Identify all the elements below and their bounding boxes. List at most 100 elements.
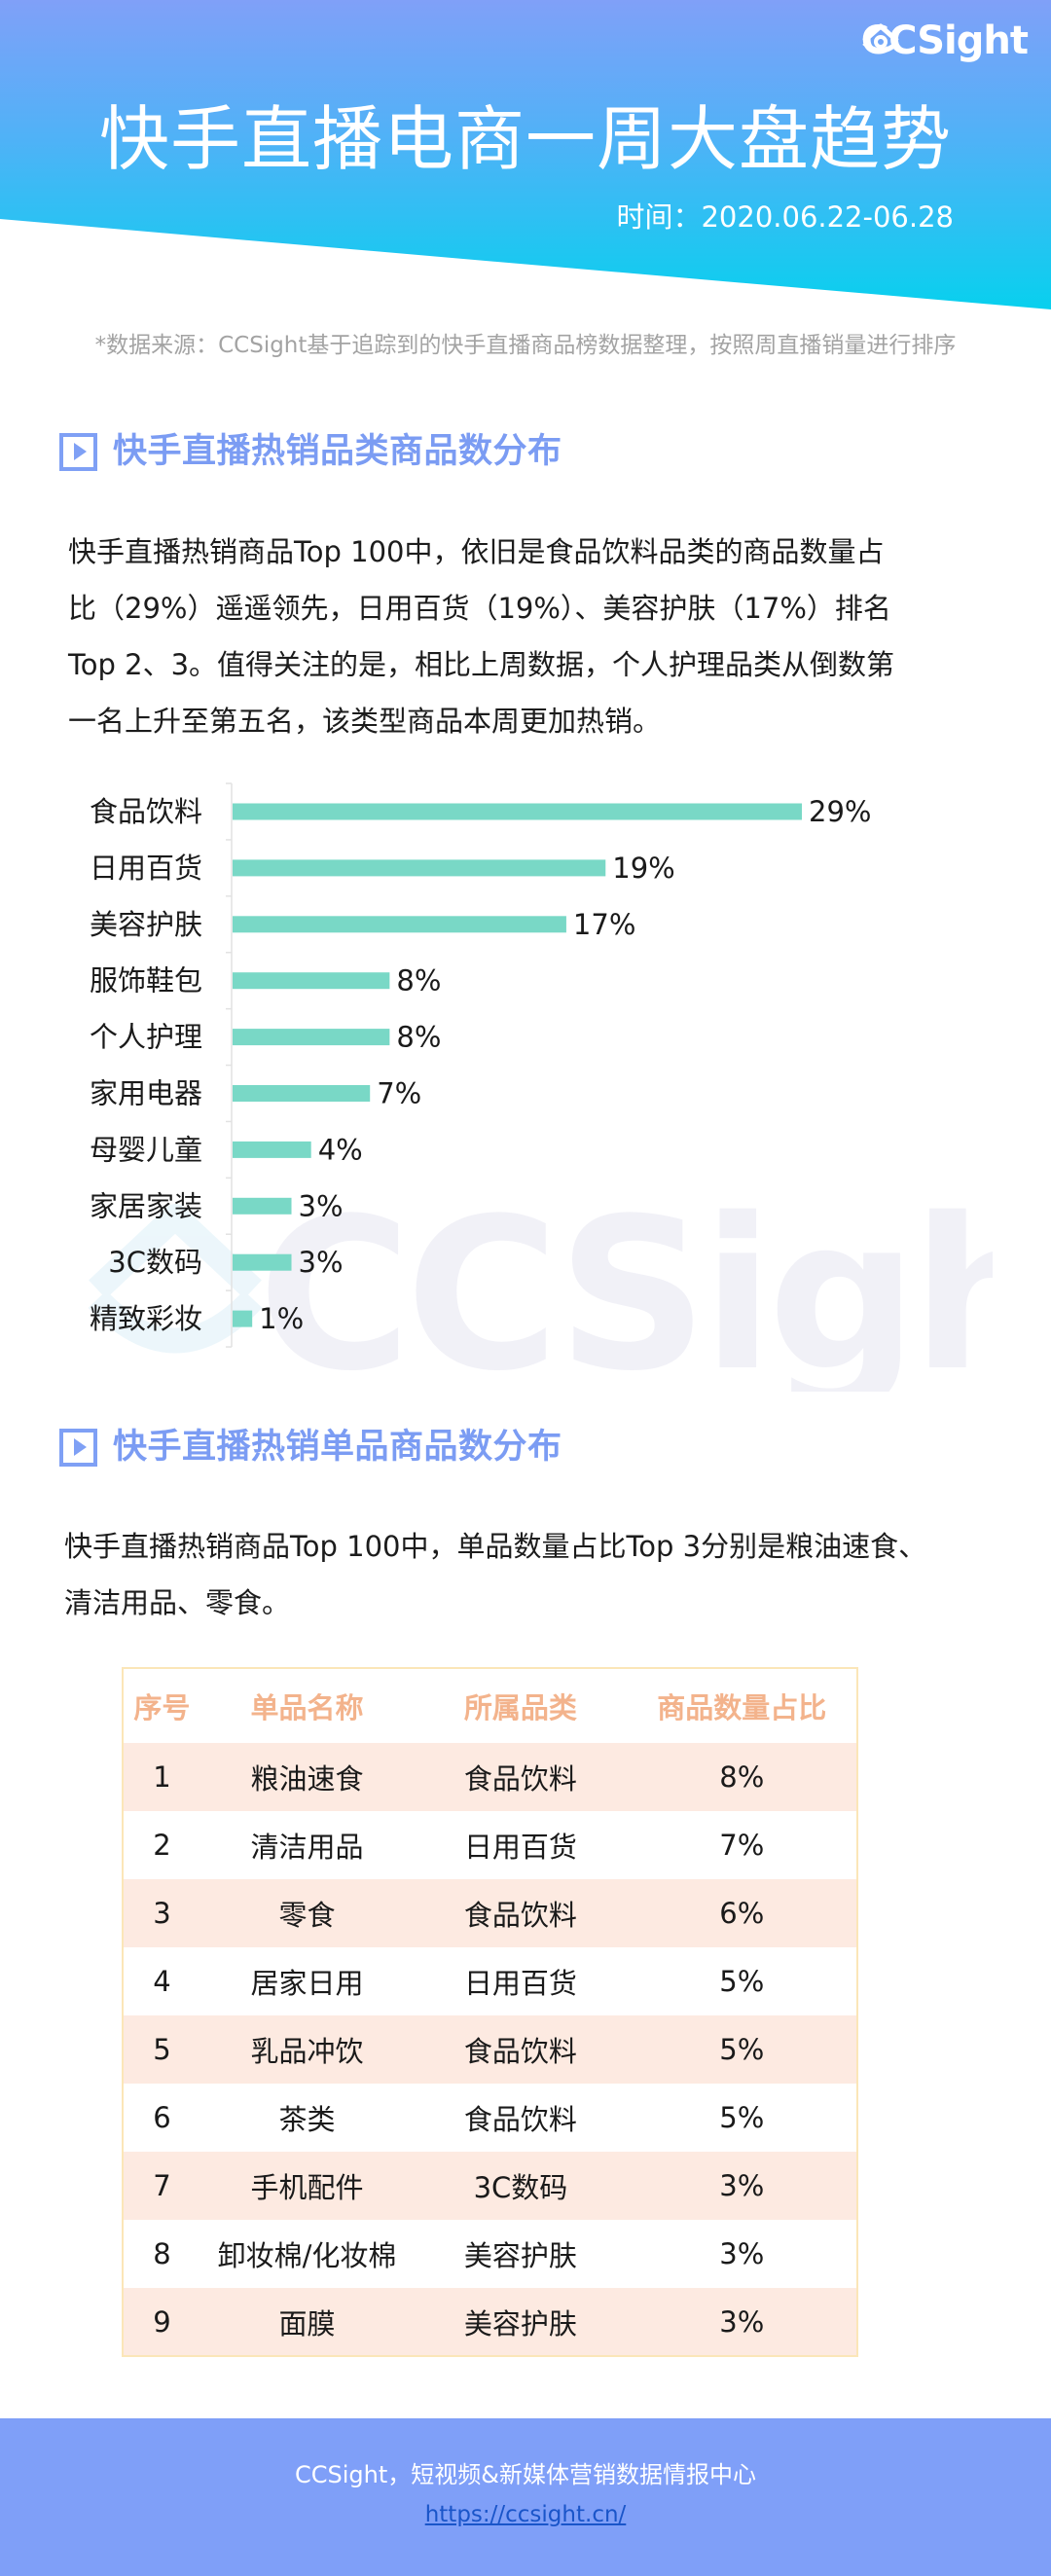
header-banner: CCSight 快手直播电商一周大盘趋势 时间：2020.06.22-06.28 xyxy=(0,0,1051,311)
cell-share: 5% xyxy=(719,2033,765,2066)
play-icon xyxy=(59,432,97,471)
cell-category: 食品饮料 xyxy=(463,2035,577,2068)
table-row: 5 乳品冲饮 食品饮料 5% xyxy=(123,2015,857,2084)
paragraph-line: Top 2、3。值得关注的是，相比上周数据，个人护理品类从倒数第 xyxy=(68,648,895,681)
category-label: 3C数码 xyxy=(108,1246,202,1279)
cell-share: 3% xyxy=(719,2169,765,2202)
paragraph-line: 快手直播热销商品Top 100中，单品数量占比Top 3分别是粮油速食、 xyxy=(64,1530,927,1563)
table-row: 9 面膜 美容护肤 3% xyxy=(123,2288,857,2356)
cell-category: 日用百货 xyxy=(463,1967,577,2000)
cell-item-name: 清洁用品 xyxy=(250,1831,364,1864)
bar-10 xyxy=(233,1310,253,1327)
category-label: 美容护肤 xyxy=(90,908,202,941)
category-label: 母婴儿童 xyxy=(90,1133,202,1166)
value-label: 8% xyxy=(396,1021,441,1054)
section-title: 快手直播热销品类商品数分布 xyxy=(113,432,562,471)
paragraph-line: 比（29%）遥遥领先，日用百货（19%）、美容护肤（17%）排名 xyxy=(68,592,891,625)
cell-share: 3% xyxy=(719,2237,765,2270)
eye-logo-icon xyxy=(862,23,899,54)
cell-item-name: 零食 xyxy=(278,1899,336,1932)
column-header-category: 所属品类 xyxy=(463,1691,577,1724)
cell-share: 5% xyxy=(719,2101,765,2134)
column-header-rank: 序号 xyxy=(133,1691,191,1724)
date-range: 时间：2020.06.22-06.28 xyxy=(616,200,954,234)
top-items-table: 序号 单品名称 所属品类 商品数量占比 1 粮油速食 食品饮料 8% 2 清洁用品 日用百货… xyxy=(122,1667,858,2357)
cell-rank: 6 xyxy=(153,2101,171,2134)
value-label: 19% xyxy=(612,852,674,885)
page-title: 快手直播电商一周大盘趋势 xyxy=(98,98,952,180)
cell-category: 食品饮料 xyxy=(463,1899,577,1932)
data-source-note: *数据来源：CCSight基于追踪到的快手直播商品榜数据整理，按照周直播销量进行… xyxy=(94,333,957,358)
cell-share: 5% xyxy=(719,1965,765,1998)
table-row: 4 居家日用 日用百货 5% xyxy=(123,1947,857,2015)
cell-rank: 7 xyxy=(153,2169,171,2202)
cell-item-name: 手机配件 xyxy=(250,2171,364,2204)
bar-5 xyxy=(233,1029,390,1046)
cell-item-name: 粮油速食 xyxy=(250,1762,364,1796)
cell-rank: 2 xyxy=(153,1829,171,1862)
value-label: 1% xyxy=(259,1302,304,1335)
cell-item-name: 卸妆棉/化妆棉 xyxy=(217,2239,397,2272)
cell-category: 3C数码 xyxy=(473,2171,568,2204)
footer-website-link[interactable]: https://ccsight.cn/ xyxy=(0,2500,1051,2529)
value-label: 29% xyxy=(809,795,871,828)
cell-share: 3% xyxy=(719,2304,765,2339)
cell-rank: 5 xyxy=(153,2033,171,2066)
category-label: 精致彩妆 xyxy=(90,1302,202,1335)
category-label: 个人护理 xyxy=(90,1021,202,1054)
table-header-row: 序号 单品名称 所属品类 商品数量占比 xyxy=(123,1668,857,1743)
item-summary-paragraph: 快手直播热销商品Top 100中，单品数量占比Top 3分别是粮油速食、 清洁用… xyxy=(64,1518,989,1631)
footer-tagline: CCSight，短视频&新媒体营销数据情报中心 xyxy=(295,2461,756,2488)
cell-category: 日用百货 xyxy=(463,1831,577,1864)
value-label: 8% xyxy=(396,964,441,998)
bar-6 xyxy=(233,1085,371,1102)
cell-share: 6% xyxy=(719,1897,765,1930)
column-header-share: 商品数量占比 xyxy=(657,1691,827,1724)
bar-8 xyxy=(233,1197,292,1215)
category-label: 食品饮料 xyxy=(90,795,202,828)
value-label: 4% xyxy=(318,1133,363,1166)
category-summary-paragraph: 快手直播热销商品Top 100中，依旧是食品饮料品类的商品数量占 比（29%）遥… xyxy=(68,524,993,749)
cell-category: 食品饮料 xyxy=(463,1762,577,1796)
cell-item-name: 茶类 xyxy=(278,2103,336,2136)
category-label: 日用百货 xyxy=(90,852,202,885)
section-heading-item: 快手直播热销单品商品数分布 xyxy=(59,1426,562,1469)
table-row: 1 粮油速食 食品饮料 8% xyxy=(123,1743,857,1811)
bar-3 xyxy=(233,916,566,933)
cell-rank: 8 xyxy=(153,2237,171,2270)
bar-4 xyxy=(233,972,390,990)
cell-item-name: 居家日用 xyxy=(250,1967,364,2000)
bar-2 xyxy=(233,859,606,877)
table-row: 6 茶类 食品饮料 5% xyxy=(123,2084,857,2152)
brand-logo: CCSight xyxy=(861,21,1029,60)
cell-category: 美容护肤 xyxy=(463,2239,577,2272)
table-row: 7 手机配件 3C数码 3% xyxy=(123,2152,857,2220)
value-label: 17% xyxy=(573,908,635,941)
footer: CCSight，短视频&新媒体营销数据情报中心 https://ccsight.… xyxy=(0,2418,1051,2576)
bar-1 xyxy=(233,803,802,820)
paragraph-line: 清洁用品、零食。 xyxy=(64,1586,291,1619)
bar-7 xyxy=(233,1141,311,1158)
cell-rank: 1 xyxy=(153,1760,171,1794)
category-label: 家居家装 xyxy=(90,1189,202,1222)
play-icon xyxy=(59,1428,97,1467)
section-heading-category: 快手直播热销品类商品数分布 xyxy=(59,430,562,473)
value-label: 3% xyxy=(299,1189,344,1222)
section-title: 快手直播热销单品商品数分布 xyxy=(113,1428,562,1467)
cell-category: 美容护肤 xyxy=(463,2306,577,2340)
table-row: 2 清洁用品 日用百货 7% xyxy=(123,1811,857,1879)
category-bar-chart: 食品饮料 29% 日用百货 19% 美容护肤 17% 服饰鞋包 8% 个人护理 8% 家用电器 7% 母… xyxy=(90,782,871,1348)
cell-share: 8% xyxy=(719,1760,765,1794)
value-label: 7% xyxy=(377,1077,421,1110)
paragraph-line: 一名上升至第五名，该类型商品本周更加热销。 xyxy=(68,705,662,738)
paragraph-line: 快手直播热销商品Top 100中，依旧是食品饮料品类的商品数量占 xyxy=(68,535,885,568)
cell-item-name: 乳品冲饮 xyxy=(250,2035,364,2068)
value-label: 3% xyxy=(299,1246,344,1279)
category-label: 家用电器 xyxy=(90,1077,202,1110)
cell-rank: 4 xyxy=(153,1965,171,1998)
cell-share: 7% xyxy=(719,1829,765,1862)
column-header-item-name: 单品名称 xyxy=(250,1691,364,1724)
cell-rank: 9 xyxy=(153,2304,171,2339)
cell-rank: 3 xyxy=(153,1897,171,1930)
category-label: 服饰鞋包 xyxy=(90,964,202,998)
